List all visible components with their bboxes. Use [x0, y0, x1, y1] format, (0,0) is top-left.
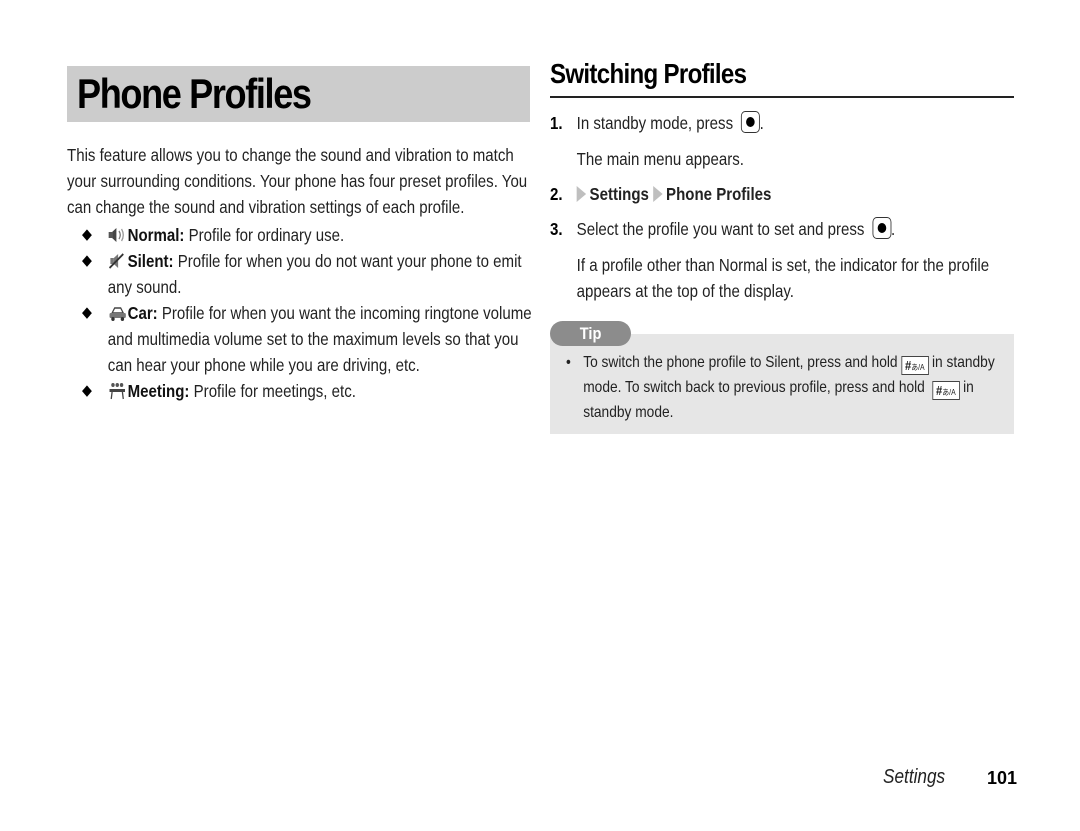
step-number: 3.: [550, 219, 563, 239]
intro-paragraph: This feature allows you to change the so…: [67, 145, 528, 217]
car-icon: [109, 307, 126, 321]
page-title: Phone Profiles: [77, 70, 312, 117]
menu-arrow-icon: [653, 186, 663, 202]
diamond-bullet-icon: ◆: [82, 226, 92, 243]
section-title: Switching Profiles: [550, 58, 747, 89]
steps-list: 1. In standby mode, press . The main men…: [550, 110, 1014, 304]
diamond-bullet-icon: ◆: [82, 304, 92, 321]
key-sub-label: あ/A: [942, 388, 956, 397]
list-item: ◆ Normal: Profile for ordinary use.: [82, 222, 538, 248]
center-key-icon: [872, 217, 892, 239]
profile-desc: Profile for when you want the incoming r…: [107, 303, 532, 375]
step-number: 1.: [550, 113, 563, 133]
tip-body: To switch the phone profile to Silent, p…: [566, 350, 1013, 425]
step-suffix: .: [759, 113, 764, 133]
key-sub-label: あ/A: [911, 363, 925, 372]
speaker-icon: [108, 228, 124, 242]
silent-speaker-icon: [108, 253, 124, 269]
diamond-bullet-icon: ◆: [82, 252, 92, 269]
profile-desc: Profile for ordinary use.: [184, 225, 345, 245]
list-item: ◆ Silent: Profile for when you do not wa…: [82, 248, 538, 300]
step-number: 2.: [550, 184, 563, 204]
meeting-icon: [109, 383, 125, 400]
step-note: The main menu appears.: [576, 149, 744, 169]
profile-list: ◆ Normal: Profile for ordinary use. ◆ Si…: [82, 222, 538, 404]
footer-section-name: Settings: [883, 766, 946, 788]
list-item: ◆ Meeting: Profile for meetings, etc.: [82, 378, 538, 404]
page-title-bar: Phone Profiles: [67, 66, 530, 122]
profile-name: Car:: [127, 303, 158, 323]
tip-label-text: Tip: [579, 324, 602, 343]
profile-desc: Profile for meetings, etc.: [189, 381, 356, 401]
profile-name: Silent:: [127, 251, 174, 271]
menu-arrow-icon: [576, 186, 587, 202]
page-number: 101: [987, 768, 1018, 788]
step-item: 3. Select the profile you want to set an…: [550, 216, 1014, 304]
diamond-bullet-icon: ◆: [82, 382, 92, 399]
menu-path-settings: Settings: [589, 184, 649, 204]
step-text: In standby mode, press: [576, 113, 734, 133]
tip-label: Tip: [550, 321, 631, 346]
hash-key-icon: #あ/A: [932, 381, 960, 400]
tip-text-a: To switch the phone profile to Silent, p…: [583, 354, 898, 371]
profile-name: Meeting:: [127, 381, 190, 401]
step-text: Select the profile you want to set and p…: [576, 219, 865, 239]
tip-text: • To switch the phone profile to Silent,…: [566, 350, 1013, 425]
hash-key-icon: #あ/A: [901, 356, 929, 375]
step-suffix: .: [891, 219, 896, 239]
section-title-bar: Switching Profiles: [550, 58, 1014, 98]
center-key-icon: [740, 111, 760, 133]
step-note: If a profile other than Normal is set, t…: [576, 255, 990, 301]
step-item: 2. Settings Phone Profiles: [550, 181, 1014, 207]
step-item: 1. In standby mode, press . The main men…: [550, 110, 1014, 172]
menu-path-phone-profiles: Phone Profiles: [666, 184, 772, 204]
tip-bullet: •: [566, 354, 571, 371]
list-item: ◆ Car: Profile for when you want the inc…: [82, 300, 538, 378]
profile-name: Normal:: [127, 225, 185, 245]
